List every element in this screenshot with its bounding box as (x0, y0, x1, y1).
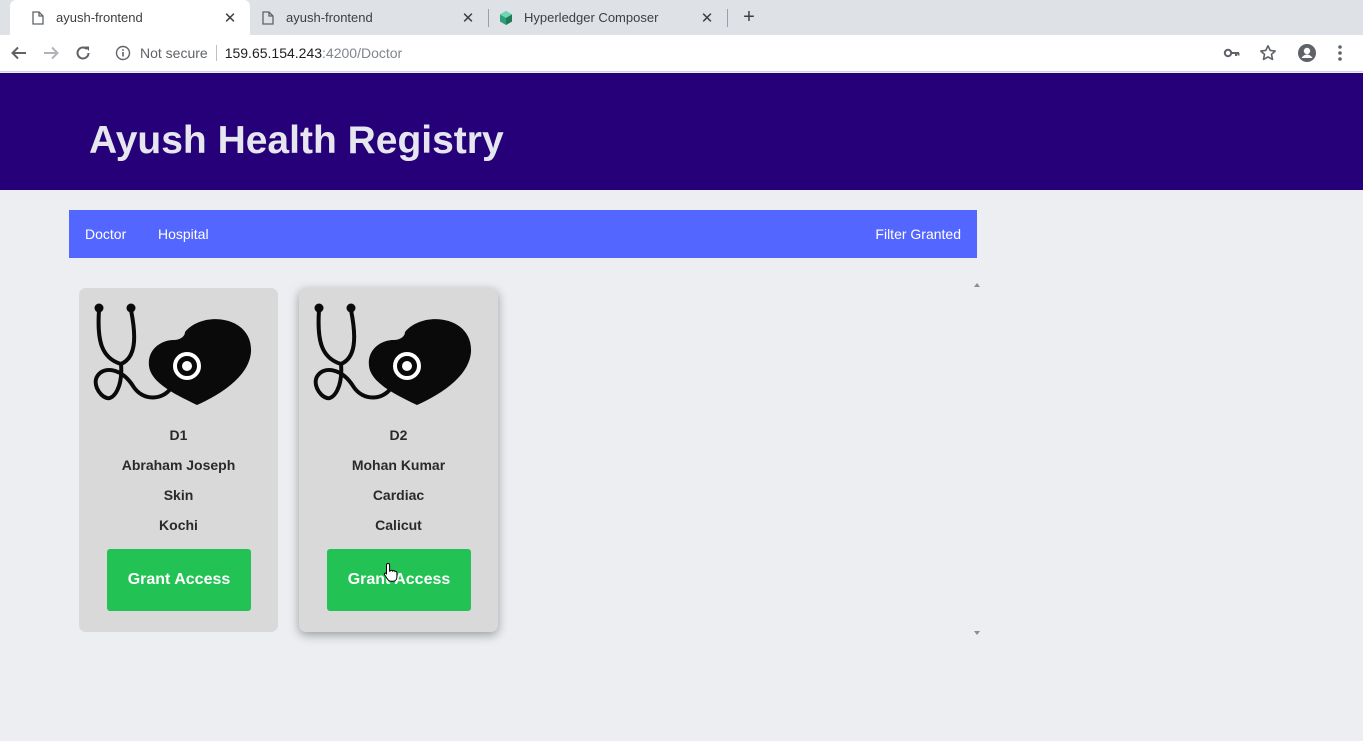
grant-access-button[interactable]: Grant Access (327, 549, 471, 611)
info-icon[interactable] (114, 44, 132, 62)
close-icon[interactable]: ✕ (697, 8, 717, 28)
stethoscope-heart-icon (313, 303, 472, 405)
bookmark-star-icon[interactable] (1258, 43, 1278, 63)
reload-button[interactable] (71, 41, 95, 65)
grant-access-button[interactable]: Grant Access (107, 549, 251, 611)
page-icon (260, 10, 276, 26)
doctor-id: D2 (389, 427, 408, 443)
url-host: 159.65.154.243 (224, 45, 323, 61)
scroll-down-arrow-icon[interactable] (974, 631, 980, 635)
browser-toolbar: Not secure 159.65.154.243:4200/Doctor (0, 35, 1363, 72)
security-status: Not secure (140, 45, 208, 61)
doctor-name: Mohan Kumar (351, 457, 446, 473)
doctor-name: Abraham Joseph (121, 457, 236, 473)
doctor-specialty: Cardiac (372, 487, 425, 503)
card-list-scrollbar[interactable] (969, 276, 986, 640)
main-navbar: Doctor Hospital Filter Granted (69, 210, 977, 258)
doctor-card: D1 Abraham Joseph Skin Kochi Grant Acces… (79, 288, 278, 632)
doctor-city: Kochi (159, 517, 198, 533)
close-icon[interactable]: ✕ (458, 8, 478, 28)
back-button[interactable] (7, 41, 31, 65)
page-icon (30, 10, 46, 26)
url-path: :4200/Doctor (322, 45, 403, 61)
reload-icon (76, 46, 90, 60)
page-header: Ayush Health Registry (0, 73, 1363, 190)
nav-link-filter-granted[interactable]: Filter Granted (875, 226, 961, 242)
key-icon[interactable] (1222, 43, 1242, 63)
tab-ayush-frontend-2[interactable]: ayush-frontend ✕ (240, 0, 488, 35)
account-icon[interactable] (1297, 43, 1317, 63)
new-tab-button[interactable]: + (738, 6, 760, 28)
hyperledger-cube-icon (498, 10, 514, 26)
back-arrow-icon (11, 46, 26, 60)
scroll-up-arrow-icon[interactable] (974, 283, 980, 287)
stethoscope-heart-icon (93, 303, 252, 405)
tab-ayush-frontend-1[interactable]: ayush-frontend ✕ (10, 0, 250, 35)
page-title: Ayush Health Registry (89, 119, 504, 162)
forward-arrow-icon (44, 46, 59, 60)
doctor-id: D1 (169, 427, 188, 443)
nav-link-hospital[interactable]: Hospital (158, 226, 209, 242)
forward-button[interactable] (39, 41, 63, 65)
close-icon[interactable]: ✕ (220, 8, 240, 28)
browser-tab-strip: ayush-frontend ✕ ayush-frontend ✕ Hyperl… (0, 0, 1363, 35)
doctor-card-list: D1 Abraham Joseph Skin Kochi Grant Acces… (69, 276, 986, 640)
tab-separator (727, 9, 728, 27)
nav-link-doctor[interactable]: Doctor (85, 226, 126, 242)
hand-cursor-icon (383, 562, 398, 582)
tab-title: ayush-frontend (56, 10, 143, 25)
doctor-specialty: Skin (163, 487, 194, 503)
address-divider (215, 45, 217, 61)
doctor-city: Calicut (375, 517, 422, 533)
tab-title: ayush-frontend (286, 10, 373, 25)
menu-kebab-icon[interactable] (1330, 43, 1350, 63)
tab-title: Hyperledger Composer (524, 10, 659, 25)
tab-hyperledger-composer[interactable]: Hyperledger Composer ✕ (478, 0, 727, 35)
address-bar[interactable]: Not secure 159.65.154.243:4200/Doctor (106, 38, 1206, 68)
